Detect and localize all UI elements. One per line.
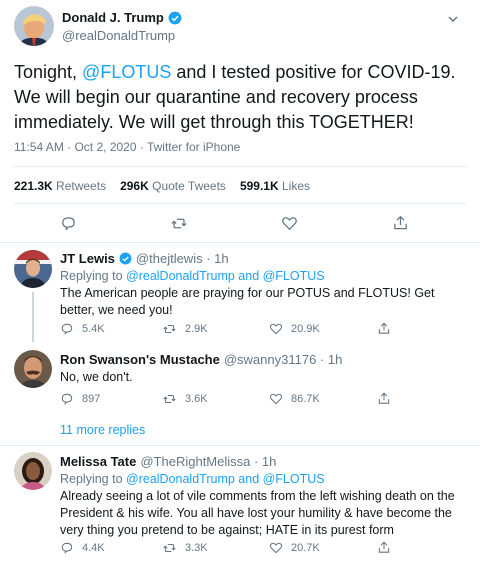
reply-icon	[61, 323, 73, 335]
retweets-stat[interactable]: 221.3K Retweets	[14, 179, 106, 193]
author-name[interactable]: Donald J. Trump	[62, 10, 164, 25]
likes-stat[interactable]: 599.1K Likes	[240, 179, 310, 193]
retweet-icon	[163, 394, 176, 404]
retweet-count: 3.3K	[185, 542, 208, 554]
retweet-button[interactable]	[170, 215, 188, 237]
reply-button[interactable]	[60, 215, 77, 237]
reply-author-name[interactable]: JT Lewis	[60, 251, 115, 266]
reply-author-handle[interactable]: @swanny31176 · 1h	[224, 352, 342, 367]
heart-icon	[269, 323, 283, 335]
quotes-count: 296K	[120, 179, 149, 193]
like-count: 20.7K	[291, 542, 320, 554]
like-button[interactable]: 20.7K	[269, 541, 320, 555]
reply-text: The American people are praying for our …	[60, 286, 435, 317]
reply-button[interactable]: 5.4K	[60, 322, 105, 336]
verified-badge-icon	[119, 252, 132, 265]
retweet-button[interactable]: 3.6K	[162, 392, 208, 406]
reply-author-name[interactable]: Ron Swanson's Mustache	[60, 352, 220, 367]
retweet-icon	[171, 218, 187, 229]
verified-badge-icon	[168, 11, 182, 24]
share-button[interactable]	[377, 540, 399, 555]
share-button[interactable]	[377, 391, 399, 406]
share-icon	[378, 392, 390, 404]
reply-avatar-jt-lewis[interactable]	[14, 250, 52, 288]
tweet-text: Tonight, @FLOTUS and I tested positive f…	[14, 60, 470, 135]
thread-connector	[32, 292, 34, 342]
heart-icon	[282, 217, 297, 231]
retweets-count: 221.3K	[14, 179, 53, 193]
like-count: 86.7K	[291, 393, 320, 405]
share-icon	[394, 215, 407, 230]
quotes-stat[interactable]: 296K Quote Tweets	[120, 179, 226, 193]
retweet-count: 2.9K	[185, 323, 208, 335]
reply-count: 4.4K	[82, 542, 105, 554]
more-options-icon[interactable]	[446, 12, 460, 26]
retweet-button[interactable]: 3.3K	[162, 541, 208, 555]
share-button[interactable]	[392, 214, 409, 237]
flotus-mention-link[interactable]: @FLOTUS	[82, 62, 171, 82]
reply-author-handle[interactable]: @TheRightMelissa · 1h	[140, 454, 276, 469]
reply-author-handle[interactable]: @thejtlewis · 1h	[136, 251, 229, 266]
reply-icon	[62, 217, 75, 231]
reply-avatar-ron-swanson[interactable]	[14, 350, 52, 388]
heart-icon	[269, 393, 283, 405]
tweet-text-pre: Tonight,	[14, 62, 83, 82]
show-more-replies-link[interactable]: 11 more replies	[60, 423, 145, 437]
retweet-icon	[163, 324, 176, 334]
share-icon	[378, 322, 390, 334]
tweet-timestamp[interactable]: 11:54 AM · Oct 2, 2020 · Twitter for iPh…	[14, 140, 240, 154]
reply-author-name[interactable]: Melissa Tate	[60, 454, 136, 469]
replying-to-label: Replying to	[60, 269, 127, 283]
share-button[interactable]	[377, 321, 399, 336]
replying-to-mentions[interactable]: @realDonaldTrump and @FLOTUS	[126, 472, 325, 486]
reply-icon	[61, 542, 73, 554]
like-count: 20.9K	[291, 323, 320, 335]
likes-label: Likes	[281, 179, 310, 193]
quotes-label: Quote Tweets	[152, 179, 226, 193]
reply-text: Already seeing a lot of vile comments fr…	[60, 489, 455, 537]
author-avatar[interactable]	[14, 6, 54, 46]
reply-count: 897	[82, 393, 101, 405]
reply-button[interactable]: 4.4K	[60, 541, 105, 555]
like-button[interactable]	[281, 215, 298, 237]
share-icon	[378, 541, 390, 553]
like-button[interactable]: 20.9K	[269, 322, 320, 336]
retweet-button[interactable]: 2.9K	[162, 322, 208, 336]
author-handle[interactable]: @realDonaldTrump	[62, 28, 175, 43]
reply-count: 5.4K	[82, 323, 105, 335]
heart-icon	[269, 542, 283, 554]
like-button[interactable]: 86.7K	[269, 392, 320, 406]
tweet-stats: 221.3K Retweets 296K Quote Tweets 599.1K…	[14, 179, 310, 193]
likes-count: 599.1K	[239, 179, 279, 193]
retweet-icon	[163, 543, 176, 553]
retweet-count: 3.6K	[185, 393, 208, 405]
retweets-label: Retweets	[56, 179, 107, 193]
reply-icon	[61, 393, 73, 405]
replying-to-label: Replying to	[60, 472, 127, 486]
replying-to-mentions[interactable]: @realDonaldTrump and @FLOTUS	[126, 269, 325, 283]
reply-text: No, we don't.	[60, 370, 133, 384]
reply-button[interactable]: 897	[60, 392, 100, 406]
reply-avatar-melissa-tate[interactable]	[14, 452, 52, 490]
